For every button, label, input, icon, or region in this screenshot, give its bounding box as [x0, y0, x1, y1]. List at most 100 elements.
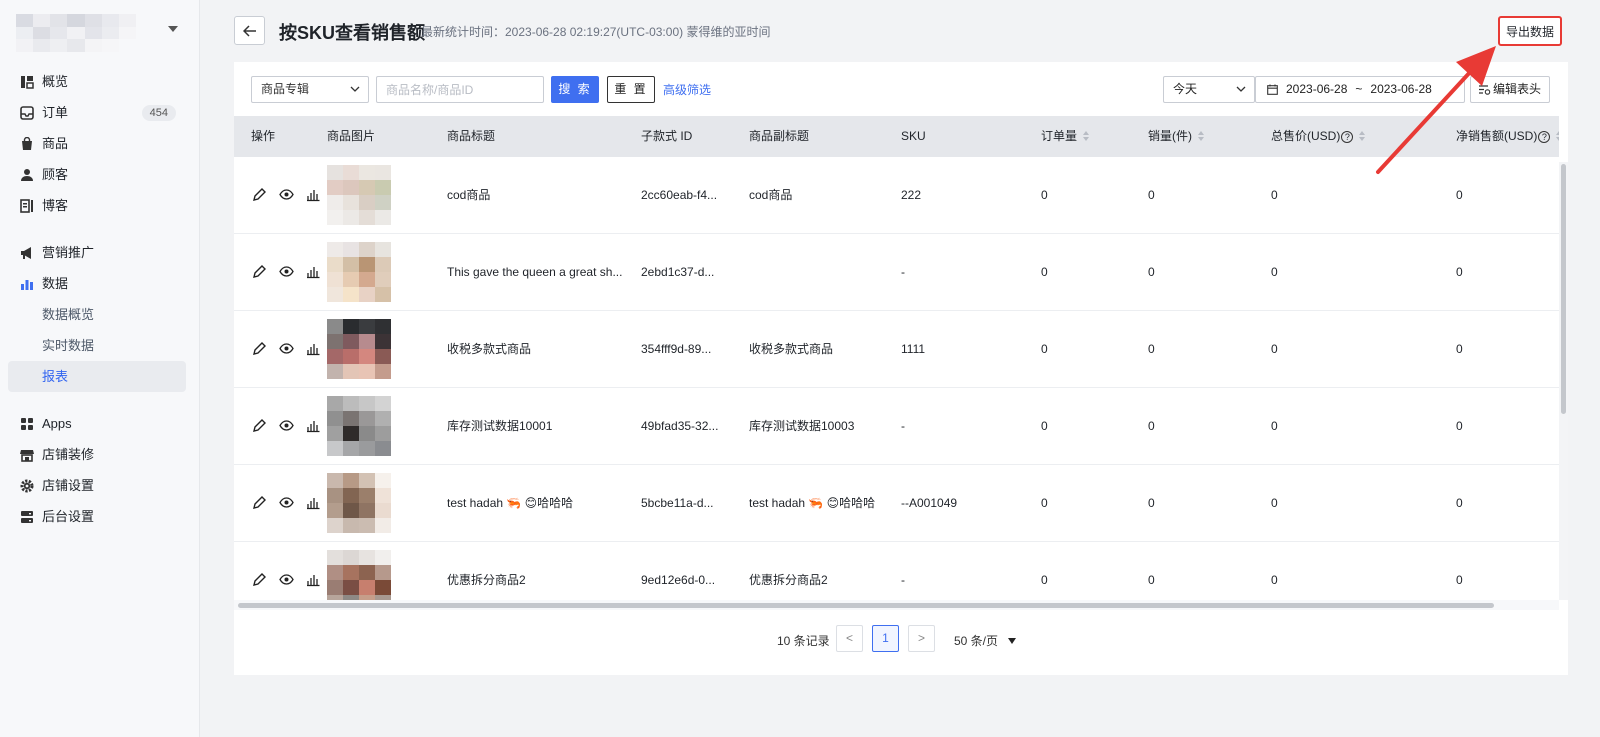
cell-sku: -	[901, 573, 905, 587]
cell-net: 0	[1456, 419, 1463, 433]
vertical-scrollbar[interactable]	[1559, 162, 1568, 600]
col-sales[interactable]: 销量(件)	[1148, 116, 1204, 157]
edit-pencil-icon[interactable]	[252, 341, 267, 356]
sort-icon[interactable]	[1198, 131, 1204, 141]
page-size-select[interactable]: 50 条/页	[954, 632, 1017, 649]
row-actions	[252, 187, 321, 202]
sidebar-item-admin-settings[interactable]: 后台设置	[8, 501, 186, 532]
chevron-down-icon	[350, 86, 360, 92]
sidebar-item-label: 博客	[42, 198, 69, 213]
edit-pencil-icon[interactable]	[252, 572, 267, 587]
reset-button[interactable]: 重 置	[607, 76, 655, 103]
table-row: 库存测试数据10001 49bfad35-32... 库存测试数据10003 -…	[234, 388, 1559, 465]
cell-orders: 0	[1041, 496, 1048, 510]
cell-orders: 0	[1041, 573, 1048, 587]
search-button[interactable]: 搜 索	[551, 76, 599, 103]
sidebar-item-reports[interactable]: 报表	[8, 361, 186, 392]
sidebar-item-overview[interactable]: 概览	[8, 66, 186, 97]
sidebar-item-apps[interactable]: Apps	[8, 408, 186, 439]
page-title: 按SKU查看销售额	[279, 23, 426, 43]
stats-icon[interactable]	[306, 495, 321, 510]
sidebar-item-marketing[interactable]: 营销推广	[8, 237, 186, 268]
vertical-scroll-thumb[interactable]	[1561, 164, 1566, 414]
stats-icon[interactable]	[306, 572, 321, 587]
edit-pencil-icon[interactable]	[252, 495, 267, 510]
chevron-down-icon[interactable]	[168, 26, 178, 32]
date-preset-select[interactable]: 今天	[1163, 76, 1255, 103]
sidebar-item-label: 店铺设置	[42, 478, 95, 493]
date-separator: ~	[1355, 82, 1363, 96]
col-net[interactable]: 净销售额(USD)?	[1456, 116, 1559, 157]
album-select[interactable]: 商品专辑	[251, 76, 369, 103]
cell-subtitle: cod商品	[749, 188, 793, 202]
date-range-picker[interactable]: 2023-06-28 ~2023-06-28	[1255, 76, 1465, 103]
next-page-button[interactable]: >	[908, 625, 935, 652]
edit-pencil-icon[interactable]	[252, 187, 267, 202]
sidebar-item-blog[interactable]: 博客	[8, 190, 186, 221]
eye-icon[interactable]	[279, 187, 294, 202]
filter-bar: 商品专辑 搜 索 重 置 高级筛选 今天 2023-06-28 ~2023-06-…	[234, 62, 1568, 116]
sort-icon[interactable]	[1359, 131, 1366, 141]
cell-title: test hadah 🦐 😊哈哈哈	[447, 496, 574, 510]
stat-time: 最新统计时间：2023-06-28 02:19:27(UTC-03:00) 蒙得…	[421, 25, 771, 39]
table-row: cod商品 2cc60eab-f4... cod商品 222 0 0 0 0	[234, 157, 1559, 234]
advanced-filter-link[interactable]: 高级筛选	[663, 81, 711, 98]
eye-icon[interactable]	[279, 341, 294, 356]
stats-icon[interactable]	[306, 341, 321, 356]
edit-pencil-icon[interactable]	[252, 264, 267, 279]
cell-title: 收税多款式商品	[447, 342, 532, 356]
sidebar-item-data[interactable]: 数据	[8, 268, 186, 299]
sidebar-item-store-design[interactable]: 店铺装修	[8, 439, 186, 470]
sidebar-item-label: 概览	[42, 74, 69, 89]
back-button[interactable]	[234, 16, 265, 45]
sort-icon[interactable]	[1083, 131, 1090, 141]
pagination: 10 条记录 < 1 > 50 条/页	[234, 617, 1568, 661]
stats-icon[interactable]	[306, 264, 321, 279]
stats-icon[interactable]	[306, 187, 321, 202]
sidebar-item-customers[interactable]: 顾客	[8, 159, 186, 190]
horizontal-scrollbar[interactable]	[234, 600, 1559, 610]
page-size-value: 50 条/页	[954, 634, 999, 648]
eye-icon[interactable]	[279, 264, 294, 279]
cell-orders: 0	[1041, 419, 1048, 433]
megaphone-icon	[21, 247, 31, 259]
edit-pencil-icon[interactable]	[252, 418, 267, 433]
help-icon[interactable]: ?	[1341, 131, 1354, 143]
eye-icon[interactable]	[279, 495, 294, 510]
eye-icon[interactable]	[279, 572, 294, 587]
cell-subtitle: 库存测试数据10003	[749, 419, 855, 433]
sidebar-item-realtime-data[interactable]: 实时数据	[8, 330, 186, 361]
product-image	[327, 550, 391, 600]
sidebar-item-label: 顾客	[42, 167, 69, 182]
prev-page-button[interactable]: <	[836, 625, 863, 652]
sidebar-item-orders[interactable]: 订单 454	[8, 97, 186, 128]
page-button-current[interactable]: 1	[872, 625, 899, 652]
sidebar-item-label: 数据	[42, 276, 69, 291]
sidebar-item-label: 数据概览	[42, 307, 95, 322]
cell-subtitle: 优惠拆分商品2	[749, 573, 828, 587]
cell-title: This gave the queen a great sh...	[447, 265, 623, 279]
product-image	[327, 165, 391, 225]
stats-icon[interactable]	[306, 418, 321, 433]
cell-sku: -	[901, 419, 905, 433]
horizontal-scroll-thumb[interactable]	[238, 603, 1494, 608]
sidebar-item-products[interactable]: 商品	[8, 128, 186, 159]
apps-icon	[21, 418, 33, 430]
sort-icon[interactable]	[1556, 131, 1559, 141]
col-orders[interactable]: 订单量	[1041, 116, 1090, 157]
total-records: 10 条记录	[777, 634, 830, 648]
cell-sales: 0	[1148, 188, 1155, 202]
export-data-button[interactable]: 导出数据	[1498, 16, 1562, 46]
col-image: 商品图片	[327, 129, 376, 143]
store-switcher[interactable]	[16, 14, 186, 54]
edit-header-button[interactable]: 编辑表头	[1470, 76, 1550, 103]
help-icon[interactable]: ?	[1538, 131, 1551, 143]
col-gross[interactable]: 总售价(USD)?	[1271, 116, 1366, 157]
search-input[interactable]	[376, 76, 544, 103]
table-row: 优惠拆分商品2 9ed12e6d-0... 优惠拆分商品2 - 0 0 0 0	[234, 542, 1559, 600]
sidebar-item-data-overview[interactable]: 数据概览	[8, 299, 186, 330]
cell-net: 0	[1456, 265, 1463, 279]
eye-icon[interactable]	[279, 418, 294, 433]
sidebar-item-label: 后台设置	[42, 509, 95, 524]
sidebar-item-store-settings[interactable]: 店铺设置	[8, 470, 186, 501]
